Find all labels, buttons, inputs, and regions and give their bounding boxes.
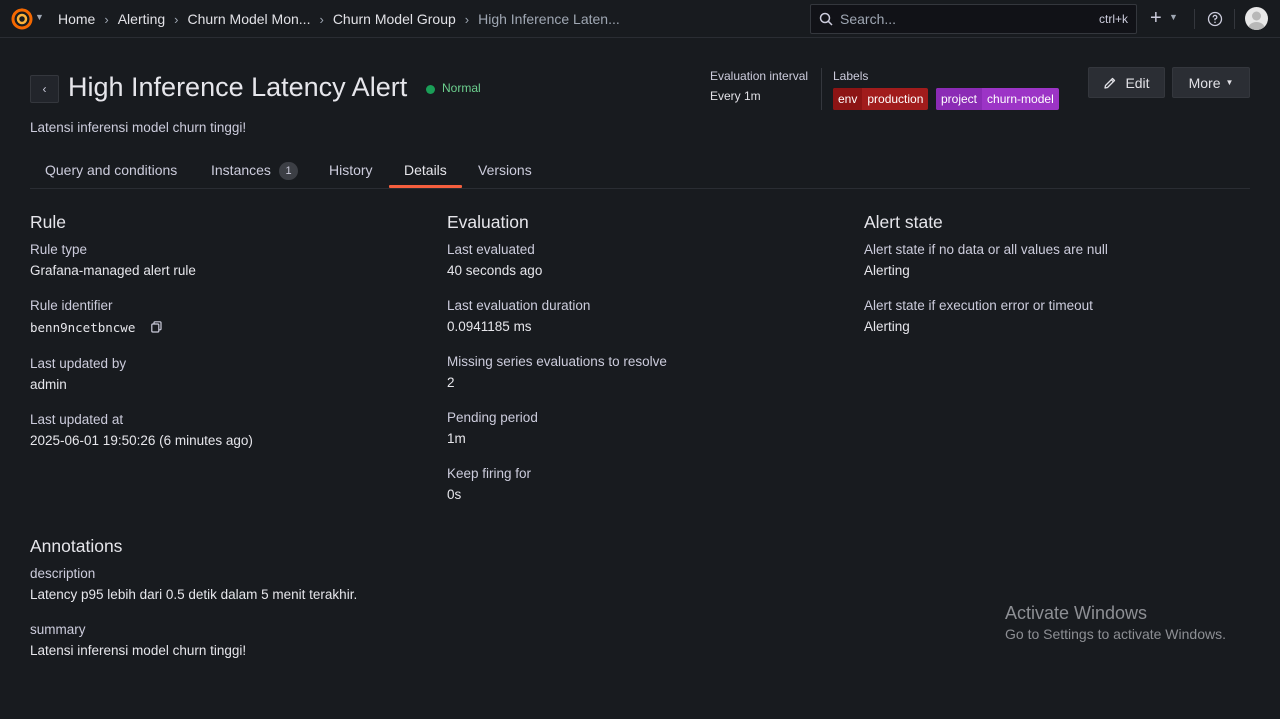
field-label: Last updated at: [30, 412, 124, 427]
field-value: admin: [30, 377, 67, 392]
divider: [1234, 9, 1235, 29]
user-icon: [1248, 11, 1265, 30]
divider: [1194, 9, 1195, 29]
field-label: Alert state if execution error or timeou…: [864, 298, 1093, 313]
search-shortcut: ctrl+k: [1098, 12, 1128, 26]
field-value: 40 seconds ago: [447, 263, 543, 278]
field-value: Grafana-managed alert rule: [30, 263, 196, 278]
field-value: Latency p95 lebih dari 0.5 detik dalam 5…: [30, 587, 358, 602]
breadcrumb-folder[interactable]: Churn Model Mon...: [188, 11, 311, 27]
labels-label: Labels: [833, 69, 869, 83]
tab-history[interactable]: History: [329, 162, 373, 178]
avatar[interactable]: [1245, 7, 1268, 30]
chevron-down-icon[interactable]: ▼: [1169, 12, 1178, 22]
alert-state-heading: Alert state: [864, 212, 943, 232]
field-value: 0.0941185 ms: [447, 319, 532, 334]
search-placeholder: Search...: [840, 11, 897, 27]
field-value: Latensi inferensi model churn tinggi!: [30, 643, 247, 658]
edit-button-label: Edit: [1125, 74, 1150, 91]
rule-heading: Rule: [30, 212, 66, 232]
field-label: Alert state if no data or all values are…: [864, 242, 1108, 257]
label-key: project: [936, 88, 983, 110]
back-button[interactable]: ‹: [30, 75, 59, 103]
chevron-right-icon: ›: [319, 11, 324, 27]
field-label: Last evaluated: [447, 242, 535, 257]
label-value: production: [867, 92, 924, 106]
field-label: Rule type: [30, 242, 88, 257]
breadcrumb-alerting[interactable]: Alerting: [118, 11, 165, 27]
activate-windows-title: Activate Windows: [1005, 603, 1148, 623]
annotations-heading: Annotations: [30, 536, 123, 556]
state-indicator-icon: [426, 85, 435, 94]
tab-details[interactable]: Details: [404, 162, 447, 178]
tab-versions[interactable]: Versions: [478, 162, 532, 178]
field-label: Rule identifier: [30, 298, 113, 313]
field-value: Alerting: [864, 319, 910, 334]
pencil-icon: [1104, 77, 1116, 89]
evaluation-interval-value: Every 1m: [710, 89, 761, 103]
chevron-down-icon: ▼: [1225, 78, 1234, 87]
more-button-label: More: [1188, 74, 1221, 91]
edit-button[interactable]: Edit: [1088, 67, 1165, 98]
field-label: Missing series evaluations to resolve: [447, 354, 667, 369]
more-button[interactable]: More ▼: [1172, 67, 1250, 98]
search-icon: [819, 12, 833, 26]
search-input[interactable]: Search... ctrl+k: [810, 4, 1137, 34]
label-tag-project: project churn-model: [936, 88, 1059, 110]
top-navbar: ▼ Home › Alerting › Churn Model Mon... ›…: [0, 0, 1280, 38]
evaluation-interval-label: Evaluation interval: [710, 69, 809, 83]
field-label: summary: [30, 622, 86, 637]
tab-bar: Query and conditions Instances 1 History…: [30, 152, 1250, 189]
field-label: Last updated by: [30, 356, 127, 371]
copy-icon[interactable]: [151, 321, 162, 333]
add-icon[interactable]: +: [1150, 8, 1162, 28]
tab-instances[interactable]: Instances: [211, 162, 271, 178]
chevron-right-icon: ›: [104, 11, 109, 27]
field-value: 2: [447, 375, 455, 390]
state-badge: Normal: [442, 81, 481, 95]
field-value: 1m: [447, 431, 466, 446]
label-value: churn-model: [987, 92, 1054, 106]
chevron-right-icon: ›: [464, 11, 470, 27]
breadcrumb-home[interactable]: Home: [58, 11, 95, 27]
field-value: Alerting: [864, 263, 910, 278]
instances-count-badge: 1: [279, 162, 298, 180]
field-label: Keep firing for: [447, 466, 532, 481]
breadcrumb-group[interactable]: Churn Model Group: [333, 11, 456, 27]
help-icon[interactable]: [1207, 11, 1223, 27]
field-label: Last evaluation duration: [447, 298, 591, 313]
chevron-right-icon: ›: [174, 11, 179, 27]
divider: [821, 68, 822, 110]
field-label: Pending period: [447, 410, 538, 425]
tab-query-and-conditions[interactable]: Query and conditions: [45, 162, 177, 178]
field-value: 2025-06-01 19:50:26 (6 minutes ago): [30, 433, 253, 448]
evaluation-heading: Evaluation: [447, 212, 529, 232]
label-tag-env: env production: [833, 88, 929, 110]
rule-identifier-value: benn9ncetbncwe: [30, 320, 136, 335]
activate-windows-subtitle: Go to Settings to activate Windows.: [1005, 626, 1226, 642]
page-title: High Inference Latency Alert: [68, 72, 408, 102]
label-key: env: [833, 88, 863, 110]
grafana-logo-icon[interactable]: [10, 7, 34, 31]
chevron-left-icon: ‹: [42, 82, 47, 96]
breadcrumb: Home › Alerting › Churn Model Mon... › C…: [58, 11, 620, 27]
breadcrumb-current: High Inference Laten...: [478, 11, 620, 27]
rule-summary: Latensi inferensi model churn tinggi!: [30, 120, 247, 135]
active-tab-indicator: [389, 185, 462, 188]
chevron-down-icon[interactable]: ▼: [35, 12, 44, 22]
field-value: 0s: [447, 487, 462, 502]
field-label: description: [30, 566, 96, 581]
